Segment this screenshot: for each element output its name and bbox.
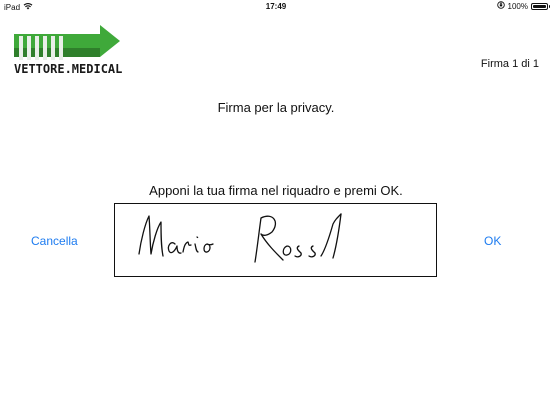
ok-button[interactable]: OK (484, 234, 501, 248)
document-title: Firma per la privacy. (217, 100, 335, 115)
page-counter: Firma 1 di 1 (480, 58, 539, 70)
status-bar: iPad 17:49 100% (0, 0, 552, 14)
logo-text: VETTORE.MEDICAL (14, 62, 123, 76)
status-right: 100% (496, 1, 550, 11)
signature-instruction: Apponi la tua firma nel riquadro e premi… (149, 183, 403, 198)
battery-percent: 100% (507, 1, 528, 11)
orientation-lock-icon (496, 1, 505, 11)
status-time: 17:49 (265, 2, 287, 11)
battery-icon (531, 2, 550, 10)
cancel-button[interactable]: Cancella (31, 234, 78, 248)
logo-mark-icon (14, 25, 120, 60)
signature-stroke (138, 213, 342, 263)
signature-pad[interactable] (114, 203, 437, 277)
battery-level (533, 4, 546, 8)
